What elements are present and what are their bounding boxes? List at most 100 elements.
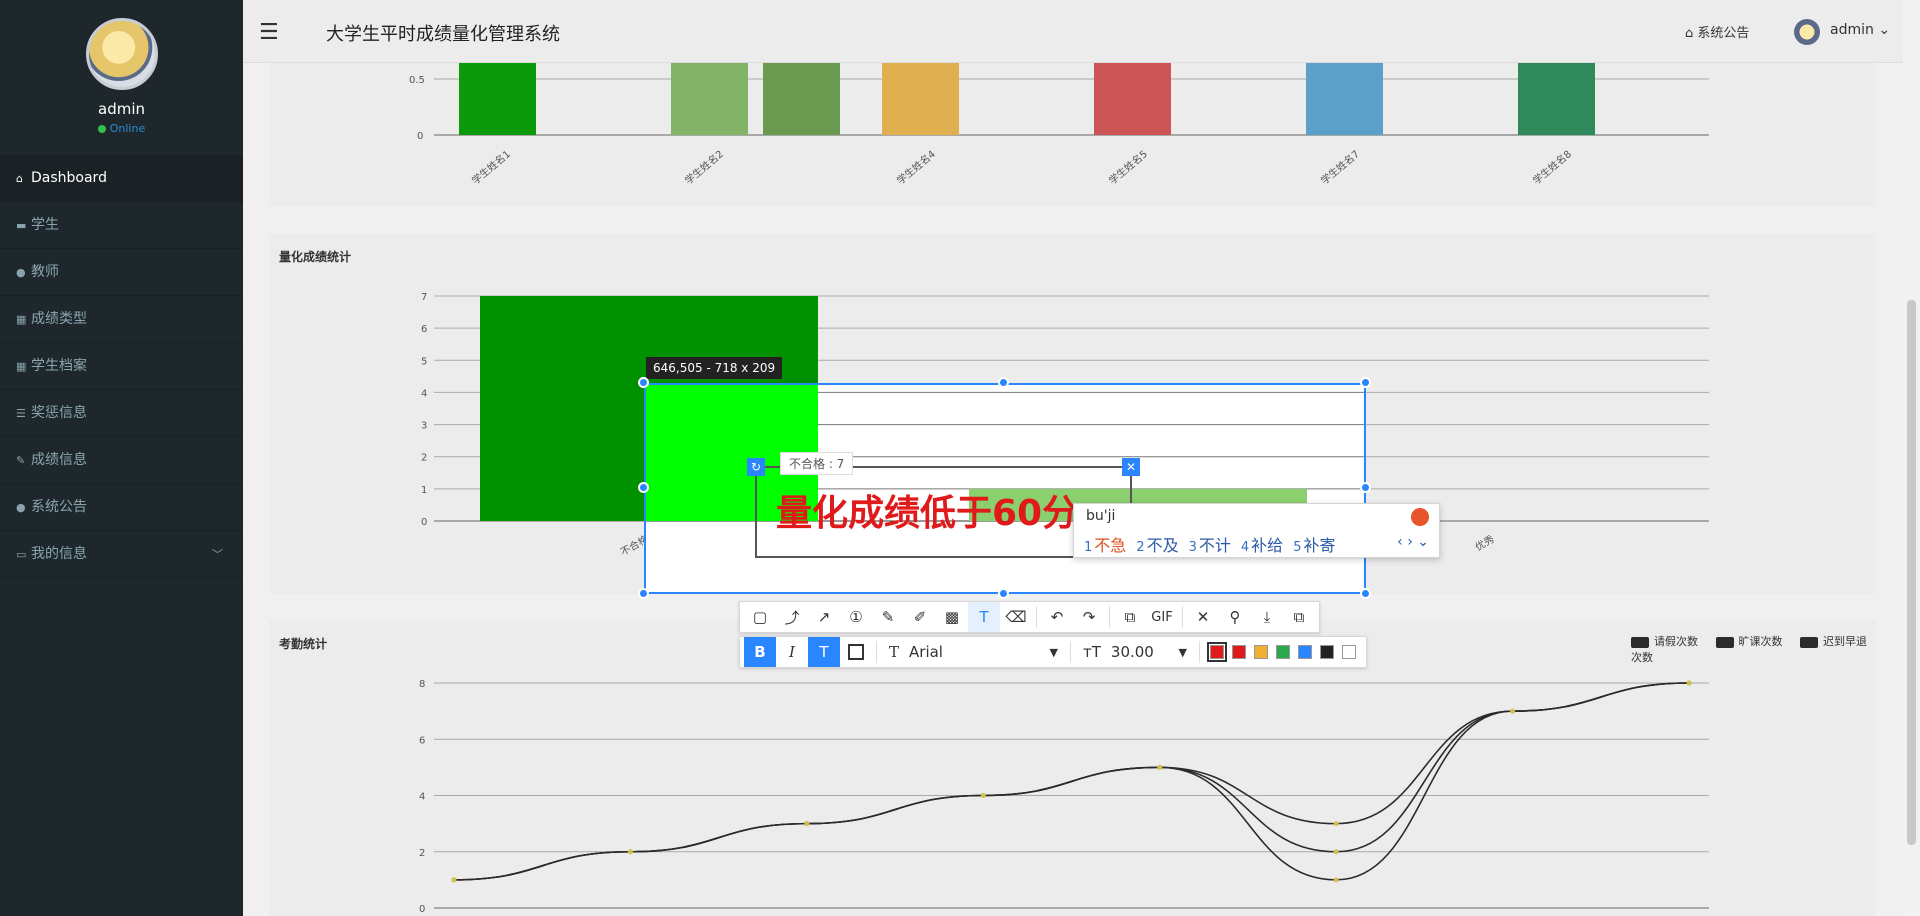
avatar[interactable] [85, 18, 158, 90]
color-swatch[interactable] [1254, 645, 1268, 659]
ime-candidate[interactable]: 补给 [1251, 536, 1283, 555]
y-tick-label: 1 [421, 485, 427, 496]
number-tool-icon[interactable]: ① [840, 602, 872, 632]
student-icon: ▬ [16, 219, 27, 232]
sidebar-item[interactable]: ☰ 奖惩信息 [0, 390, 243, 437]
sidebar-item[interactable]: ● 教师 [0, 249, 243, 296]
resize-handle[interactable] [638, 482, 649, 493]
divider [1182, 606, 1183, 628]
ime-candidate[interactable]: 不计 [1199, 536, 1231, 555]
text-tool-icon[interactable]: T [968, 602, 1000, 632]
sidebar-item-label: 奖惩信息 [31, 405, 87, 421]
bar [459, 63, 536, 135]
color-swatch[interactable] [1276, 645, 1290, 659]
eraser-tool-icon[interactable]: ⌫ [1000, 602, 1032, 632]
font-select[interactable]: T Arial ▼ [881, 638, 1066, 666]
color-swatch[interactable] [1342, 645, 1356, 659]
copy-icon[interactable]: ⧉ [1283, 602, 1315, 632]
font-name: Arial [909, 643, 943, 661]
bold-button[interactable]: B [744, 637, 776, 667]
resize-handle[interactable] [638, 588, 649, 599]
text-outline-button[interactable]: T [808, 637, 840, 667]
rotate-handle-icon[interactable]: ↻ [747, 458, 765, 476]
x-tick-label: 优秀 [1473, 532, 1497, 553]
sidebar: admin Online ⌂ Dashboard ▬ 学生 ● 教师 ▦ 成绩类型 ▦ 学生档案 ☰… [0, 0, 243, 916]
sidebar-item[interactable]: ▦ 成绩类型 [0, 296, 243, 343]
gif-button[interactable]: GIF [1146, 602, 1178, 632]
bar [1306, 63, 1383, 135]
student-bar-panel: 0.5 0 学生姓名1 学生姓名2 学生姓名4 学生姓名5 学生姓名7 学生姓名8 [269, 63, 1876, 206]
resize-handle[interactable] [998, 588, 1009, 599]
resize-handle[interactable] [1360, 482, 1371, 493]
user-menu[interactable]: admin ⌄ [1830, 22, 1890, 38]
pin-icon: ● [16, 501, 26, 514]
pencil-tool-icon[interactable]: ✎ [872, 602, 904, 632]
x-tick-label: 学生姓名7 [1318, 147, 1362, 187]
bar [1094, 63, 1171, 135]
delete-annotation-icon[interactable]: ✕ [1122, 458, 1140, 476]
ime-candidate-number: 2 [1136, 540, 1145, 555]
header-avatar[interactable] [1794, 19, 1820, 45]
rect-tool-icon[interactable]: ▢ [744, 602, 776, 632]
arrow-tool-icon[interactable]: ↗ [808, 602, 840, 632]
sidebar-item[interactable]: ✎ 成绩信息 [0, 437, 243, 484]
color-palette [1204, 642, 1362, 662]
divider [1109, 606, 1110, 628]
ime-candidate[interactable]: 不急 [1094, 536, 1126, 555]
student-bar-chart: 0.5 0 学生姓名1 学生姓名2 学生姓名4 学生姓名5 学生姓名7 学生姓名8 [409, 63, 1709, 187]
data-point [1686, 680, 1692, 686]
color-swatch[interactable] [1298, 645, 1312, 659]
ime-candidate-number: 5 [1293, 540, 1302, 555]
close-icon[interactable]: ✕ [1187, 602, 1219, 632]
home-icon: ⌂ [16, 172, 23, 185]
resize-handle[interactable] [638, 377, 649, 388]
sidebar-item[interactable]: ⌂ Dashboard [0, 155, 243, 202]
download-icon[interactable]: ⤓ [1251, 602, 1283, 632]
sidebar-item-label: 我的信息 [31, 546, 87, 562]
color-swatch[interactable] [1232, 645, 1246, 659]
scrollbar[interactable] [1903, 0, 1920, 916]
chevron-down-icon: ▼ [1049, 645, 1058, 659]
marker-tool-icon[interactable]: ✐ [904, 602, 936, 632]
y-tick-label: 2 [419, 848, 425, 859]
y-tick-label: 0 [417, 131, 423, 142]
pin-icon[interactable]: ⚲ [1219, 602, 1251, 632]
sidebar-item[interactable]: ● 系统公告 [0, 484, 243, 531]
italic-button[interactable]: I [776, 637, 808, 667]
mosaic-tool-icon[interactable]: ▩ [936, 602, 968, 632]
sidebar-item[interactable]: ▭ 我的信息 ﹀ [0, 531, 243, 578]
hamburger-icon[interactable]: ☰ [259, 20, 279, 45]
ime-candidate[interactable]: 不及 [1147, 536, 1179, 555]
notice-label: 系统公告 [1697, 26, 1750, 41]
text-annotation[interactable]: 量化成绩低于60分 [776, 484, 1078, 536]
scrollbar-thumb[interactable] [1907, 300, 1916, 845]
resize-handle[interactable] [998, 377, 1009, 388]
color-swatch[interactable] [1207, 642, 1227, 662]
font-icon: T [889, 643, 900, 661]
curve-tool-icon[interactable]: ⤴ [776, 602, 808, 632]
y-tick-label: 3 [421, 421, 427, 432]
font-size-select[interactable]: ᴛT 30.00 ▼ [1075, 638, 1195, 666]
divider [876, 641, 877, 663]
y-tick-label: 4 [419, 792, 425, 803]
ime-nav[interactable]: ‹ › ⌄ [1397, 534, 1429, 550]
resize-handle[interactable] [1360, 377, 1371, 388]
y-tick-label: 7 [421, 292, 427, 303]
status-badge: Online [0, 122, 243, 135]
bar [763, 63, 840, 135]
sidebar-item[interactable]: ▦ 学生档案 [0, 343, 243, 390]
data-point [1333, 849, 1339, 855]
undo-icon[interactable]: ↶ [1041, 602, 1073, 632]
redo-icon[interactable]: ↷ [1073, 602, 1105, 632]
ocr-icon[interactable]: ⧉ [1114, 602, 1146, 632]
sidebar-item[interactable]: ▬ 学生 [0, 202, 243, 249]
color-swatch[interactable] [1320, 645, 1334, 659]
profile-name: admin [98, 100, 145, 118]
ime-candidate[interactable]: 补寄 [1303, 536, 1335, 555]
resize-handle[interactable] [1360, 588, 1371, 599]
sidebar-item-label: Dashboard [31, 170, 107, 186]
font-size-icon: ᴛT [1083, 643, 1101, 661]
notice-link[interactable]: ⌂ 系统公告 [1685, 22, 1749, 41]
y-tick-label: 8 [419, 679, 425, 690]
text-background-button[interactable] [840, 637, 872, 667]
